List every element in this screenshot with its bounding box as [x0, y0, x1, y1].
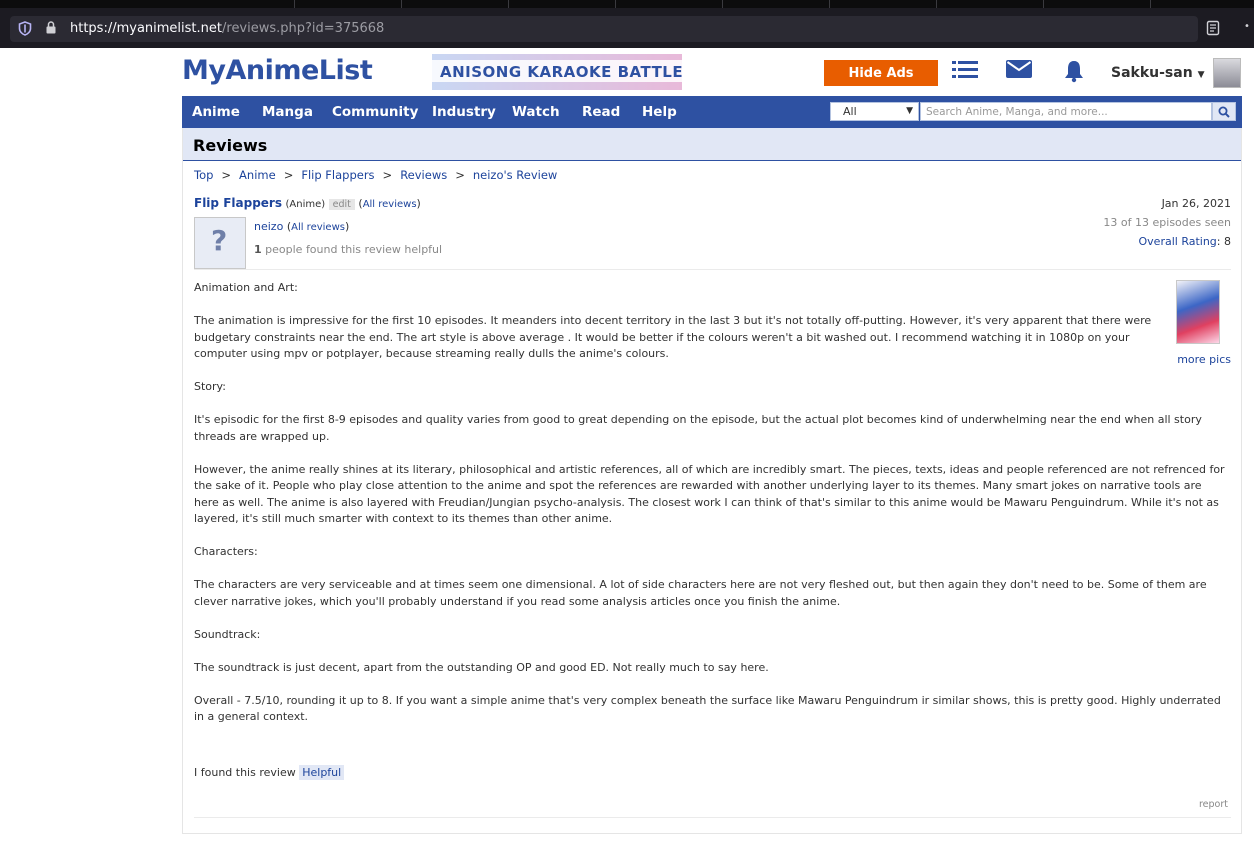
browser-toolbar: https://myanimelist.net/reviews.php?id=3…: [0, 8, 1254, 48]
nav-anime[interactable]: Anime: [192, 104, 240, 120]
placeholder-avatar-icon: ?: [211, 224, 228, 257]
search-input[interactable]: Search Anime, Manga, and more...: [920, 102, 1212, 121]
nav-industry[interactable]: Industry: [432, 104, 496, 120]
divider: [194, 817, 1231, 818]
helpful-count: 1 people found this review helpful: [254, 243, 442, 256]
dropdown-arrow-icon: ▼: [906, 106, 913, 116]
reviewer-info: neizo (All reviews): [254, 220, 350, 233]
review-text: Animation and Art: The animation is impr…: [194, 280, 1225, 742]
anime-title-link[interactable]: Flip Flappers: [194, 196, 282, 210]
lock-icon[interactable]: [45, 20, 57, 39]
review-paragraph: Overall - 7.5/10, rounding it up to 8. I…: [194, 693, 1221, 724]
breadcrumb-reviews[interactable]: Reviews: [400, 168, 447, 182]
report-link[interactable]: report: [1199, 799, 1228, 810]
review-paragraph: The soundtrack is just decent, apart fro…: [194, 660, 769, 674]
nav-watch[interactable]: Watch: [512, 104, 560, 120]
user-menu[interactable]: Sakku-san ▼: [1111, 65, 1204, 81]
breadcrumb-top[interactable]: Top: [194, 168, 213, 182]
content-area: Reviews Top > Anime > Flip Flappers > Reviews >…: [182, 128, 1242, 834]
review-paragraph: Characters:: [194, 545, 258, 558]
reviewer-name-link[interactable]: neizo: [254, 220, 283, 233]
breadcrumb-flip-flappers[interactable]: Flip Flappers: [301, 168, 374, 182]
review-paragraph: Soundtrack:: [194, 627, 261, 641]
helpful-button[interactable]: Helpful: [299, 765, 345, 780]
tab-separator: [936, 0, 937, 8]
tab-separator: [1150, 0, 1151, 8]
list-icon[interactable]: [952, 59, 978, 88]
user-avatar[interactable]: [1213, 58, 1241, 88]
tab-separator: [615, 0, 616, 8]
url-bar[interactable]: https://myanimelist.net/reviews.php?id=3…: [10, 16, 1220, 42]
tab-separator: [401, 0, 402, 8]
browser-tab-strip: [0, 0, 1254, 8]
helpful-count-number: 1: [254, 243, 262, 256]
tab-separator: [508, 0, 509, 8]
search-icon: [1218, 106, 1230, 118]
breadcrumb-current-review[interactable]: neizo's Review: [473, 168, 557, 182]
tab-separator: [722, 0, 723, 8]
banner-text: ANISONG KARAOKE BATTLE: [440, 63, 684, 81]
overflow-menu-icon[interactable]: •: [1244, 21, 1250, 32]
nav-manga[interactable]: Manga: [262, 104, 313, 120]
nav-read[interactable]: Read: [582, 104, 620, 120]
review-paragraph: Animation and Art:: [194, 281, 298, 294]
page-header: Reviews: [183, 128, 1241, 161]
nav-help[interactable]: Help: [642, 104, 677, 120]
more-pics-link[interactable]: more pics: [1177, 353, 1231, 366]
helpful-count-text: people found this review helpful: [265, 243, 443, 256]
found-helpful-text: I found this review: [194, 766, 296, 779]
divider: [194, 269, 1231, 270]
review-paragraph: However, the anime really shines at its …: [194, 462, 1225, 526]
url-path: /reviews.php?id=375668: [222, 21, 385, 36]
search-placeholder: Search Anime, Manga, and more...: [926, 106, 1108, 118]
anime-cover-image[interactable]: [1176, 280, 1220, 344]
search-button[interactable]: [1212, 102, 1236, 121]
url-text[interactable]: https://myanimelist.net/reviews.php?id=3…: [70, 21, 384, 36]
page-title: Reviews: [193, 136, 268, 155]
tab-separator: [829, 0, 830, 8]
tab-separator: [1043, 0, 1044, 8]
overall-rating-label[interactable]: Overall Rating: [1139, 235, 1217, 248]
reviewer-all-reviews-link[interactable]: All reviews: [291, 222, 345, 233]
site: MyAnimeList ANISONG KARAOKE BATTLE Hide …: [182, 48, 1242, 844]
url-host: https://myanimelist.net: [70, 21, 222, 36]
search-type-select[interactable]: All ▼: [830, 102, 919, 121]
review-date: Jan 26, 2021: [1161, 197, 1231, 210]
caret-down-icon: ▼: [1197, 70, 1205, 80]
notification-bell-icon[interactable]: [1062, 59, 1086, 90]
search-type-value: All: [843, 105, 857, 118]
edit-link[interactable]: edit: [328, 199, 355, 210]
reviewer-avatar[interactable]: ?: [194, 217, 246, 269]
site-logo[interactable]: MyAnimeList: [182, 55, 373, 86]
overall-rating-value: 8: [1224, 235, 1231, 248]
review-paragraph: The animation is impressive for the firs…: [194, 314, 1152, 360]
review-paragraph: Story:: [194, 380, 226, 393]
anime-title-row: Flip Flappers (Anime) edit (All reviews): [194, 196, 421, 210]
breadcrumb-anime[interactable]: Anime: [239, 168, 276, 182]
anime-all-reviews-link[interactable]: All reviews: [363, 199, 417, 210]
helpful-vote-row: I found this review Helpful: [194, 765, 345, 780]
breadcrumb: Top > Anime > Flip Flappers > Reviews > neizo's …: [194, 168, 558, 182]
anime-type-label: (Anime): [285, 199, 326, 210]
review-paragraph: The characters are very serviceable and …: [194, 578, 1207, 608]
username-label: Sakku-san: [1111, 65, 1193, 81]
main-nav: Anime Manga Community Industry Watch Rea…: [182, 96, 1242, 128]
episodes-seen: 13 of 13 episodes seen: [1103, 216, 1231, 229]
tracking-shield-icon[interactable]: [18, 21, 32, 40]
reader-view-icon[interactable]: [1206, 20, 1220, 40]
hide-ads-button[interactable]: Hide Ads: [824, 60, 938, 86]
nav-community[interactable]: Community: [332, 104, 418, 120]
promo-banner[interactable]: ANISONG KARAOKE BATTLE: [432, 54, 684, 90]
review-paragraph: It's episodic for the first 8-9 episodes…: [194, 413, 1202, 443]
mail-icon[interactable]: [1006, 59, 1032, 86]
overall-rating: Overall Rating: 8: [1138, 235, 1231, 248]
tab-separator: [294, 0, 295, 8]
